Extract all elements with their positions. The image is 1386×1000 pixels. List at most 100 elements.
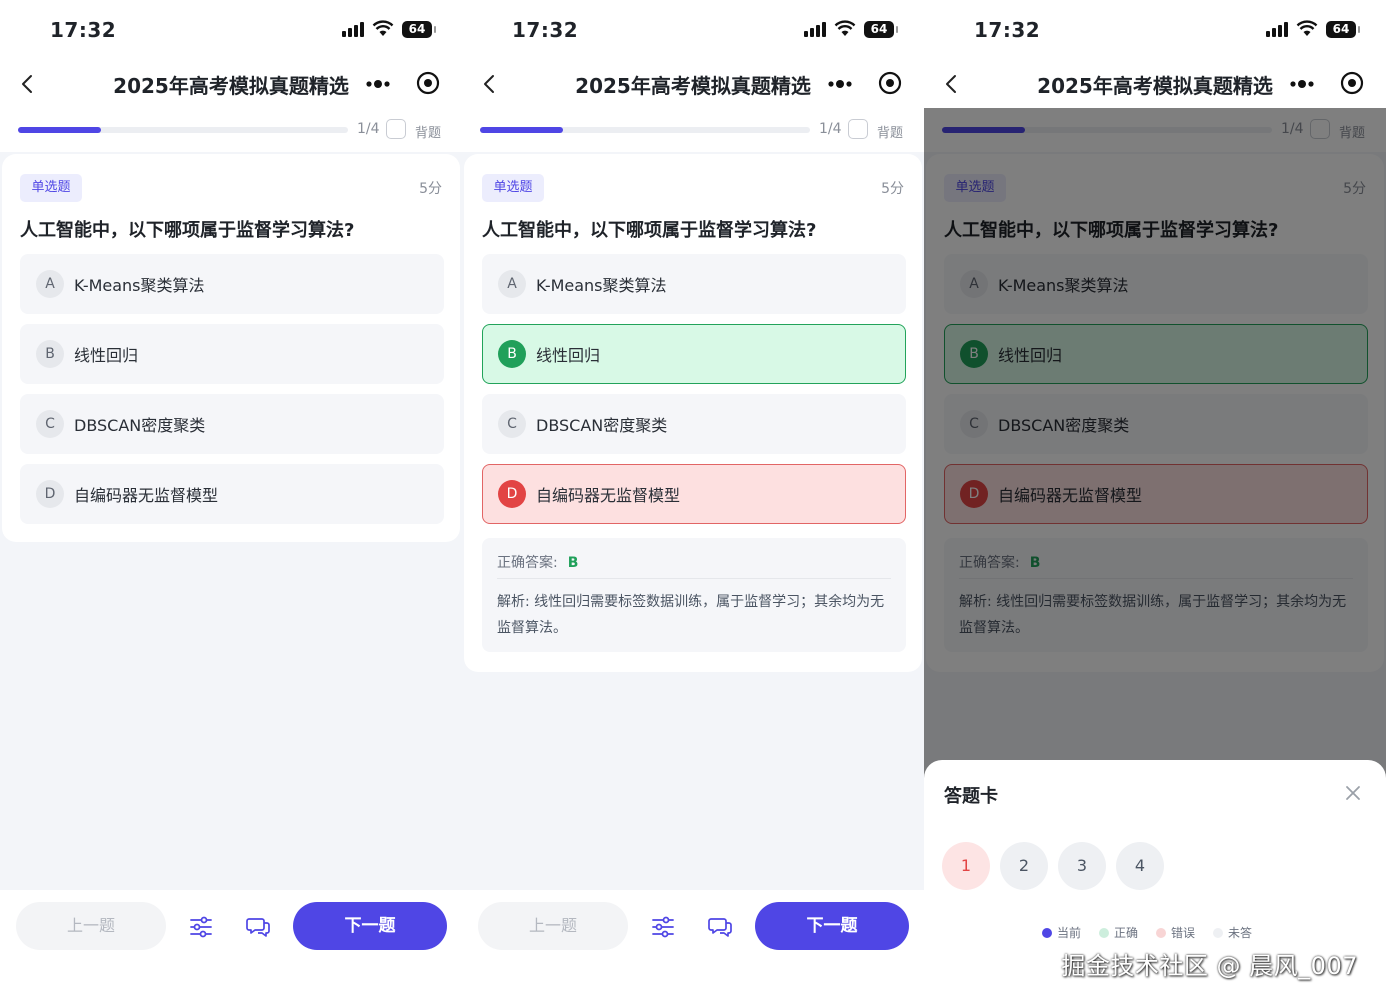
answer-sheet-title: 答题卡: [944, 786, 998, 807]
question-text: 人工智能中，以下哪项属于监督学习算法?: [482, 220, 817, 241]
legend-item-correct: 正确: [1099, 924, 1138, 941]
legend-item-current: 当前: [1042, 924, 1081, 941]
option-letter: C: [36, 410, 64, 438]
option-letter: C: [498, 410, 526, 438]
progress-fill: [18, 127, 101, 133]
question-number-current[interactable]: 1: [942, 842, 990, 890]
status-icons: 64: [804, 20, 898, 38]
memorize-label[interactable]: 背题: [877, 122, 903, 141]
correct-answer-letter: B: [567, 555, 579, 571]
status-legend: 当前 正确 错误 未答: [1042, 924, 1252, 941]
signal-icon: [1266, 21, 1288, 37]
battery-icon: 64: [1326, 20, 1360, 38]
option-b-correct[interactable]: B 线性回归: [482, 324, 906, 384]
legend-label: 正确: [1114, 926, 1139, 940]
option-text: K-Means聚类算法: [536, 276, 667, 295]
wifi-icon: [834, 20, 856, 36]
wifi-icon: [372, 20, 394, 36]
option-text: DBSCAN密度聚类: [536, 416, 668, 435]
option-letter: D: [36, 480, 64, 508]
option-text: 自编码器无监督模型: [536, 486, 681, 505]
legend-label: 错误: [1171, 926, 1196, 940]
option-text: 线性回归: [536, 346, 601, 365]
battery-icon: 64: [402, 20, 436, 38]
screen-answer-sheet: 17:32 64 2025年高考模拟真题精选 1/4 背题 单选题 5分 人工智…: [924, 0, 1386, 1000]
question-number[interactable]: 3: [1058, 842, 1106, 890]
question-card: 单选题 5分 人工智能中，以下哪项属于监督学习算法? AK-Means聚类算法 …: [464, 154, 922, 672]
memorize-checkbox[interactable]: [386, 119, 406, 139]
status-time: 17:32: [974, 18, 1041, 42]
progress-count: 1/4: [819, 121, 842, 137]
status-time: 17:32: [50, 18, 117, 42]
status-time: 17:32: [512, 18, 579, 42]
option-letter: D: [498, 480, 526, 508]
close-miniapp-icon[interactable]: [1340, 71, 1364, 95]
settings-sliders-icon[interactable]: [650, 914, 676, 940]
option-b[interactable]: B 线性回归: [20, 324, 444, 384]
correct-answer-line: 正确答案: B: [497, 552, 578, 572]
memorize-label[interactable]: 背题: [415, 122, 441, 141]
question-score: 5分: [881, 181, 904, 197]
status-bar: 17:32 64: [0, 0, 462, 60]
question-type-badge: 单选题: [482, 174, 544, 202]
close-icon[interactable]: [1344, 784, 1362, 802]
signal-icon: [804, 21, 826, 37]
answer-explanation-box: 正确答案: B 解析: 线性回归需要标签数据训练，属于监督学习；其余均为无监督算法…: [482, 538, 906, 652]
legend-item-wrong: 错误: [1156, 924, 1195, 941]
screen-unanswered: 17:32 64 2025年高考模拟真题精选 1/4 背题 单选题 5分 人工智…: [0, 0, 462, 1000]
legend-dot: [1042, 928, 1052, 938]
comment-icon[interactable]: [708, 914, 734, 940]
progress-row: 1/4 背题: [462, 108, 924, 152]
option-d[interactable]: D 自编码器无监督模型: [20, 464, 444, 524]
screens-container: 17:32 64 2025年高考模拟真题精选 1/4 背题 单选题 5分 人工智…: [0, 0, 1386, 1000]
bottom-bar: 上一题 下一题: [462, 890, 924, 1000]
option-a[interactable]: A K-Means聚类算法: [482, 254, 906, 314]
option-letter: A: [498, 270, 526, 298]
option-d-wrong[interactable]: D 自编码器无监督模型: [482, 464, 906, 524]
status-icons: 64: [1266, 20, 1360, 38]
progress-bar: [18, 127, 348, 133]
legend-item-unanswered: 未答: [1213, 924, 1252, 941]
question-score: 5分: [419, 181, 442, 197]
question-text: 人工智能中，以下哪项属于监督学习算法?: [20, 220, 355, 241]
settings-sliders-icon[interactable]: [188, 914, 214, 940]
prev-question-button[interactable]: 上一题: [478, 902, 628, 950]
option-a[interactable]: A K-Means聚类算法: [20, 254, 444, 314]
more-icon[interactable]: [364, 74, 394, 94]
close-miniapp-icon[interactable]: [416, 71, 440, 95]
screen-answered: 17:32 64 2025年高考模拟真题精选 1/4 背题 单选题 5分 人工智…: [462, 0, 924, 1000]
next-question-button[interactable]: 下一题: [293, 902, 447, 950]
more-icon[interactable]: [1288, 74, 1318, 94]
more-icon[interactable]: [826, 74, 856, 94]
nav-bar: 2025年高考模拟真题精选: [462, 60, 924, 108]
status-icons: 64: [342, 20, 436, 38]
option-text: 自编码器无监督模型: [74, 486, 219, 505]
legend-dot: [1213, 928, 1224, 938]
memorize-checkbox[interactable]: [848, 119, 868, 139]
option-c[interactable]: C DBSCAN密度聚类: [20, 394, 444, 454]
question-card: 单选题 5分 人工智能中，以下哪项属于监督学习算法? AK-Means聚类算法 …: [2, 154, 460, 542]
question-number[interactable]: 2: [1000, 842, 1048, 890]
comment-icon[interactable]: [246, 914, 272, 940]
correct-answer-label: 正确答案:: [497, 555, 558, 571]
legend-label: 未答: [1228, 926, 1253, 940]
progress-bar: [480, 127, 810, 133]
close-miniapp-icon[interactable]: [878, 71, 902, 95]
next-question-button[interactable]: 下一题: [755, 902, 909, 950]
option-letter: B: [36, 340, 64, 368]
prev-question-button[interactable]: 上一题: [16, 902, 166, 950]
option-c[interactable]: C DBSCAN密度聚类: [482, 394, 906, 454]
battery-icon: 64: [864, 20, 898, 38]
progress-fill: [480, 127, 563, 133]
nav-bar: 2025年高考模拟真题精选: [924, 60, 1386, 108]
option-text: 线性回归: [74, 346, 139, 365]
signal-icon: [342, 21, 364, 37]
progress-row: 1/4 背题: [0, 108, 462, 152]
question-number[interactable]: 4: [1116, 842, 1164, 890]
wifi-icon: [1296, 20, 1318, 36]
progress-count: 1/4: [357, 121, 380, 137]
option-letter: A: [36, 270, 64, 298]
answer-sheet-panel: 答题卡 1 2 3 4 当前 正确 错误 未答 掘金技术社区 @ 晨风_007: [924, 760, 1386, 1000]
legend-dot: [1156, 928, 1167, 938]
status-bar: 17:32 64: [924, 0, 1386, 60]
